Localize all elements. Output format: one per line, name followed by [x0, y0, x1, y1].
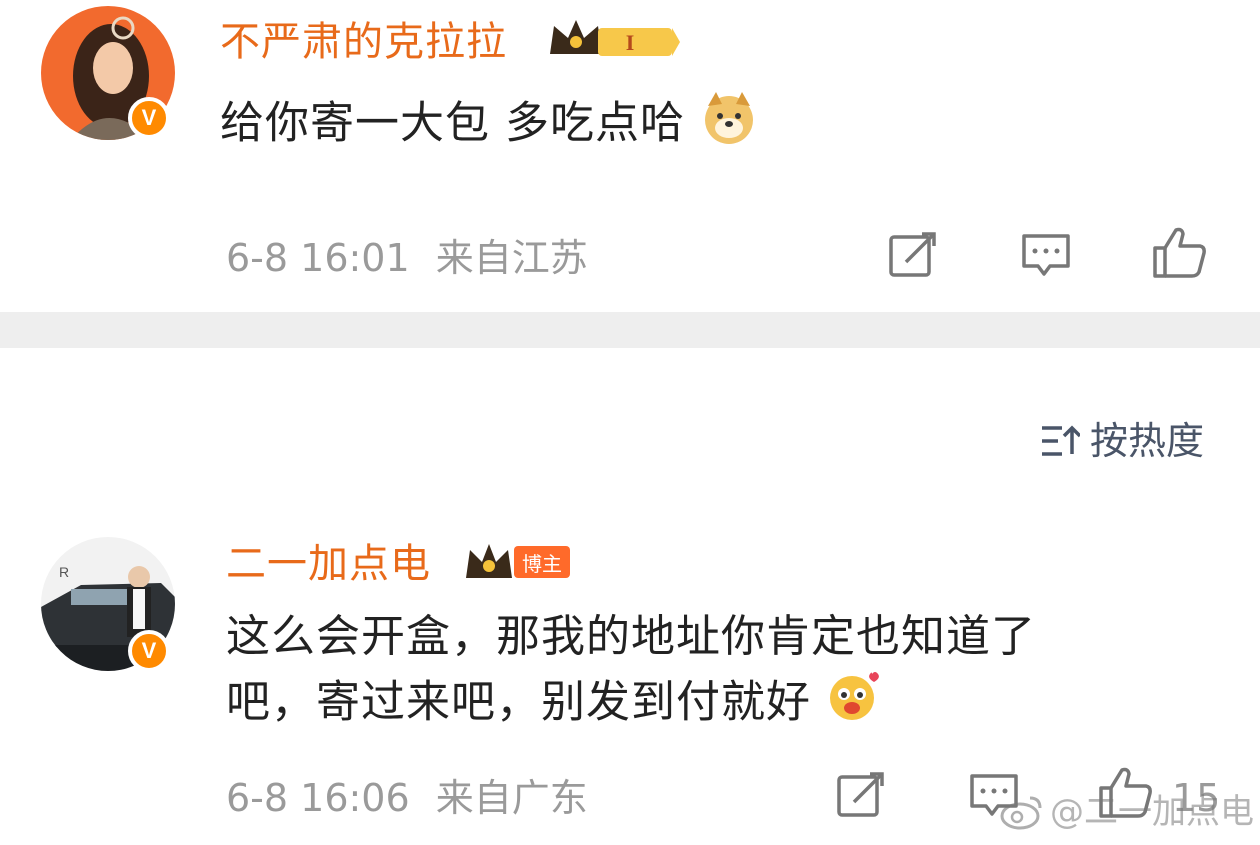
comment-meta: 6-8 16:06 来自广东 [226, 776, 588, 820]
crown-icon [466, 544, 512, 578]
comment-meta: 6-8 16:01 来自江苏 [226, 236, 588, 280]
thumbs-up-icon [1153, 227, 1206, 278]
comment-text: 这么会开盒，那我的地址你肯定也知道了 吧，寄过来吧，别发到付就好 [226, 606, 1206, 741]
author-tag: 博主 [514, 546, 570, 578]
username[interactable]: 二一加点电 [226, 540, 431, 588]
comment-location: 来自江苏 [435, 236, 588, 280]
username[interactable]: 不严肃的克拉拉 [220, 18, 507, 66]
comment-line-1: 这么会开盒，那我的地址你肯定也知道了 [226, 611, 1036, 662]
sort-icon [1041, 425, 1080, 456]
weibo-watermark: @二一加点电 [1000, 792, 1254, 832]
comment-text: 给你寄一大包 多吃点哈 [220, 88, 758, 163]
comment-icon [1022, 234, 1070, 276]
doge-emoji-icon [700, 88, 758, 163]
comment-line-2: 吧，寄过来吧，别发到付就好 [226, 668, 1206, 741]
vip-crown-badge-icon: I [548, 14, 682, 66]
share-icon [889, 232, 936, 277]
comment-location: 来自广东 [435, 776, 588, 820]
comment-time: 6-8 16:01 [226, 236, 410, 280]
like-button[interactable] [1152, 226, 1208, 280]
forward-button[interactable] [836, 772, 886, 818]
section-divider [0, 312, 1260, 348]
forward-button[interactable] [888, 232, 938, 278]
comment-time: 6-8 16:06 [226, 776, 410, 820]
reply-button[interactable] [1020, 232, 1072, 280]
verified-badge-icon: V [128, 630, 170, 672]
share-icon [837, 772, 884, 817]
svg-text:R: R [59, 564, 69, 580]
weibo-logo-icon [1000, 796, 1042, 830]
author-badge: 博主 [464, 542, 570, 582]
sort-by-hot-button[interactable]: 按热度 [1040, 418, 1204, 464]
sort-label: 按热度 [1089, 419, 1204, 463]
svg-text:I: I [626, 30, 635, 55]
heart-eyes-emoji-icon [826, 668, 882, 741]
verified-badge-icon: V [128, 97, 170, 139]
